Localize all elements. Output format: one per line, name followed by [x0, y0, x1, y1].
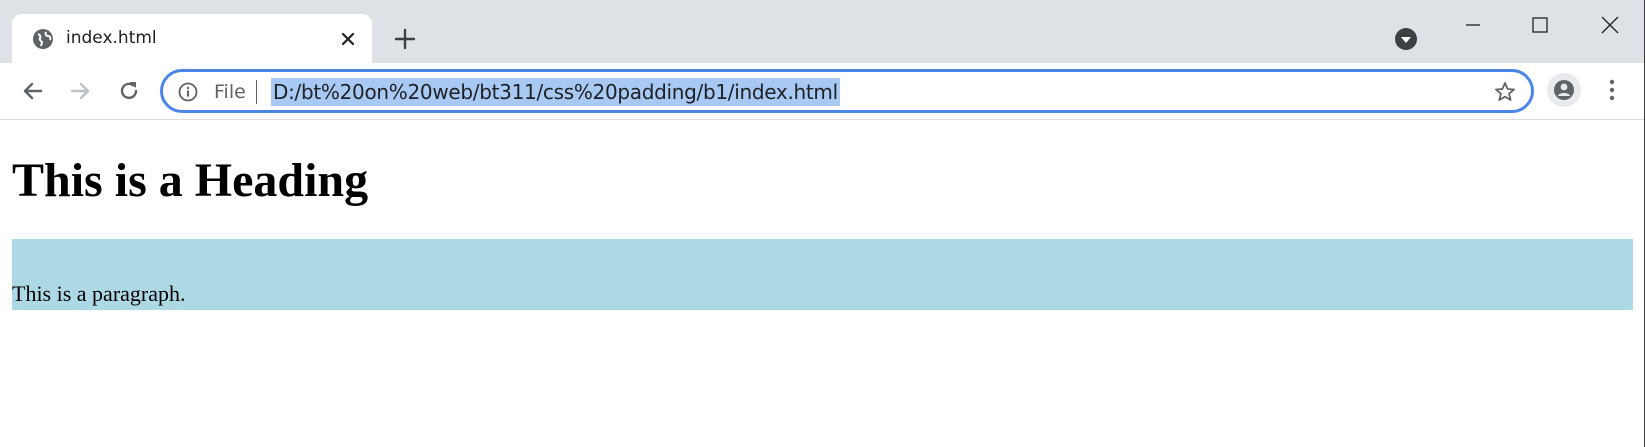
scheme-label[interactable]: File — [214, 81, 246, 103]
plus-icon[interactable] — [392, 26, 418, 52]
avatar-icon[interactable] — [1547, 73, 1581, 107]
star-icon[interactable] — [1493, 80, 1517, 104]
tab-title: index.html — [66, 28, 157, 48]
window-close-icon[interactable] — [1597, 12, 1623, 38]
reload-icon[interactable] — [115, 77, 143, 105]
arrow-right-icon[interactable] — [66, 77, 94, 105]
page-heading: This is a Heading — [12, 154, 369, 207]
address-bar[interactable]: File D:/bt%20on%20web/bt311/css%20paddin… — [160, 69, 1534, 113]
omnibox-divider — [256, 80, 257, 104]
info-icon[interactable] — [178, 82, 198, 102]
maximize-icon[interactable] — [1527, 12, 1553, 38]
browser-window: index.html File D:/bt%20on%20web/bt311/c… — [0, 0, 1645, 447]
vertical-dots-icon[interactable] — [1600, 75, 1624, 105]
url-text[interactable]: D:/bt%20on%20web/bt311/css%20padding/b1/… — [271, 78, 840, 106]
arrow-left-icon[interactable] — [19, 77, 47, 105]
chevron-down-circle-icon[interactable] — [1394, 27, 1418, 51]
tab-close-icon[interactable] — [337, 28, 359, 50]
browser-toolbar: File D:/bt%20on%20web/bt311/css%20paddin… — [0, 63, 1645, 120]
page-viewport: This is a Heading This is a paragraph. — [0, 120, 1645, 447]
globe-icon — [31, 27, 55, 51]
tab-strip: index.html — [0, 0, 1645, 63]
minimize-icon[interactable] — [1460, 12, 1486, 38]
tab-index-html[interactable]: index.html — [12, 14, 372, 63]
padded-paragraph: This is a paragraph. — [12, 239, 1633, 310]
paragraph-text: This is a paragraph. — [12, 281, 186, 306]
